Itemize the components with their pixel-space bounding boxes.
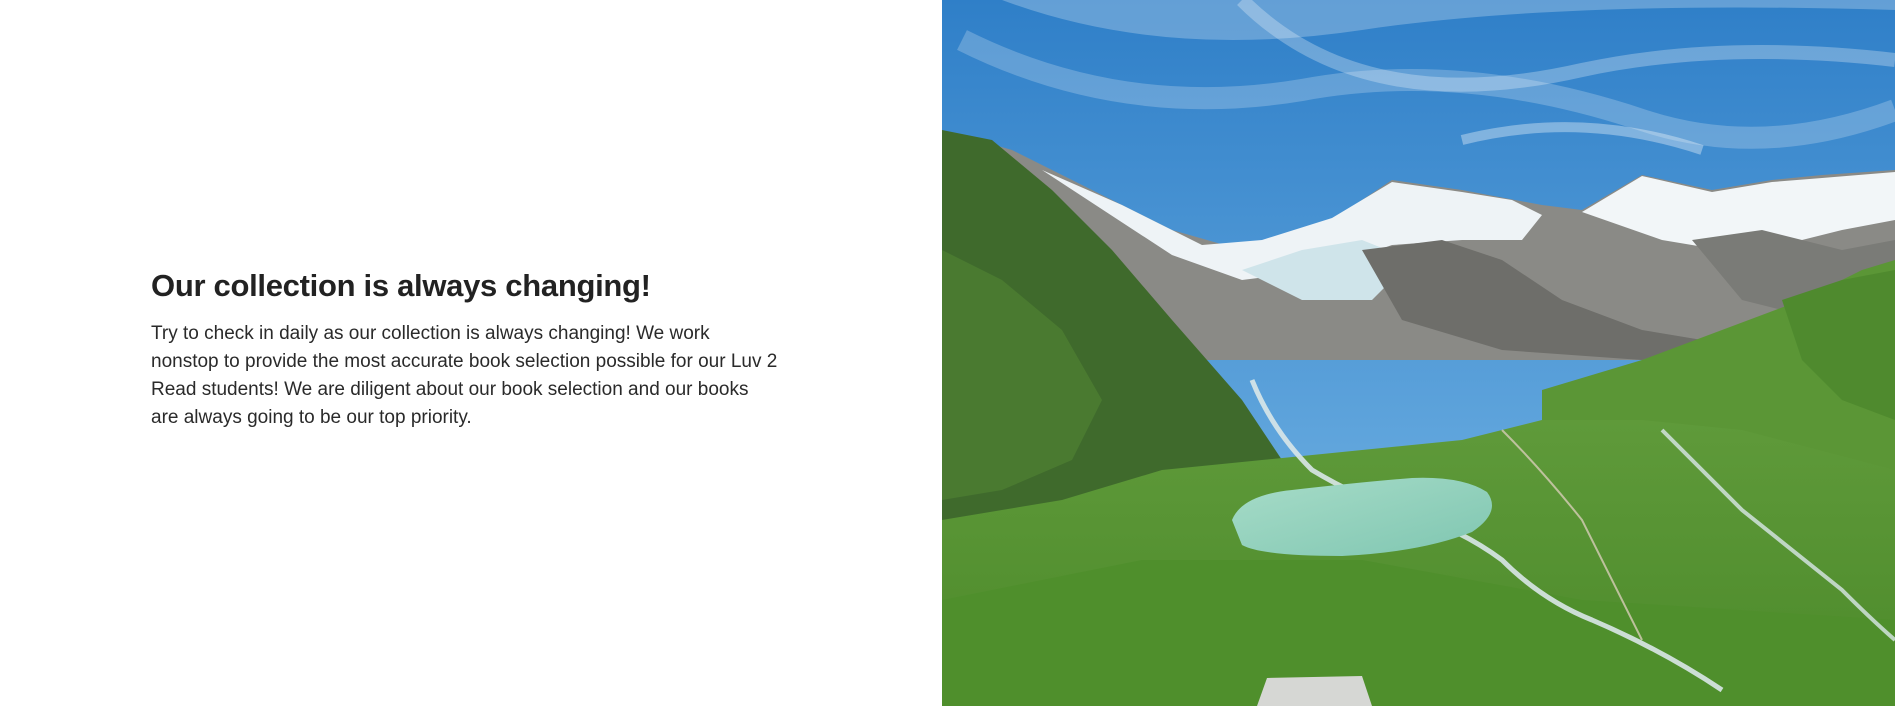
text-panel: Our collection is always changing! Try t… <box>0 0 942 706</box>
section-description: Try to check in daily as our collection … <box>151 323 778 428</box>
feature-section: Our collection is always changing! Try t… <box>0 0 1895 706</box>
text-block: Our collection is always changing! Try t… <box>151 266 781 432</box>
landscape-image <box>942 0 1895 706</box>
mountain-photo-illustration <box>942 0 1895 706</box>
section-heading: Our collection is always changing! <box>151 268 651 303</box>
